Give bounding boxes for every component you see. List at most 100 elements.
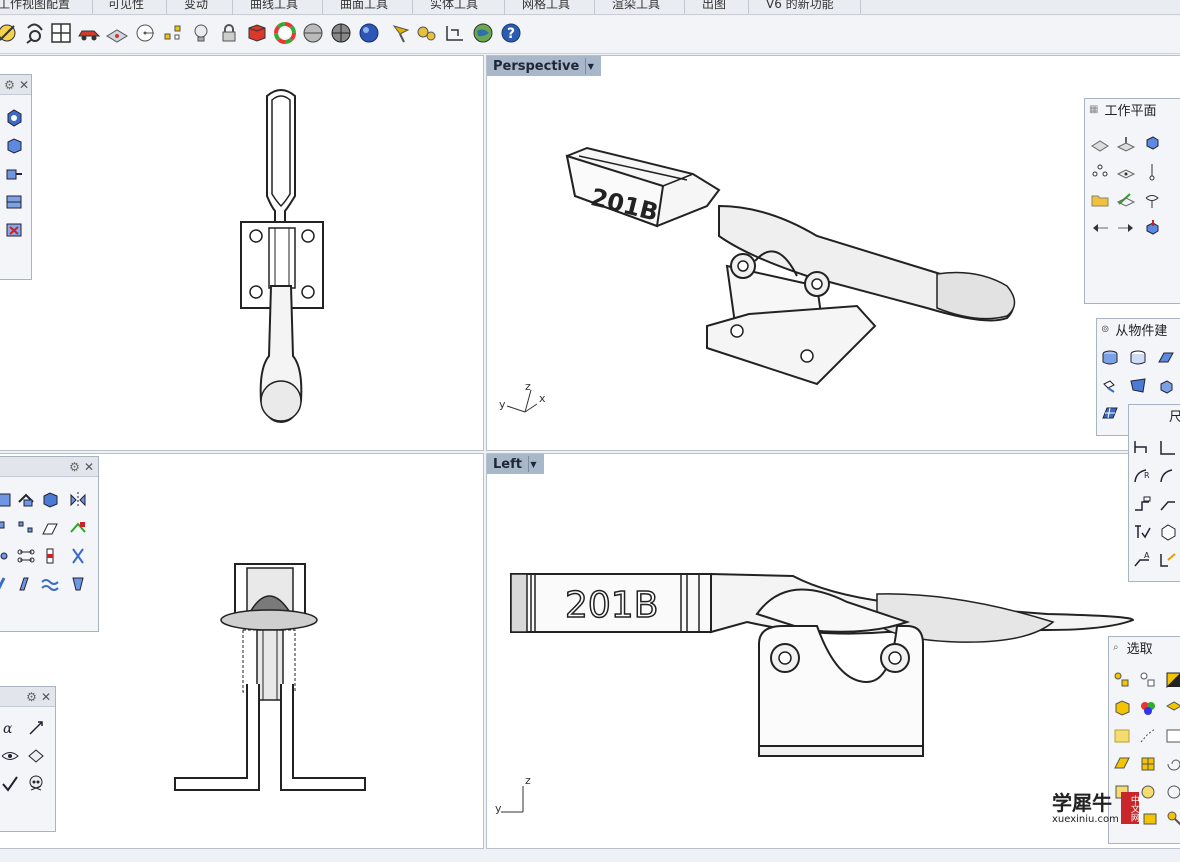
cylinder-hollow-icon[interactable] <box>1127 347 1149 369</box>
select-curves-icon[interactable] <box>1137 669 1159 691</box>
tab-transform[interactable]: 变动 <box>178 0 214 14</box>
select-polysurface-icon[interactable] <box>1137 753 1159 775</box>
select-layer-icon[interactable] <box>1163 697 1180 719</box>
globe-icon[interactable] <box>470 20 496 46</box>
box-grid-icon[interactable] <box>3 191 25 213</box>
blend-icon[interactable] <box>0 573 15 595</box>
close-icon[interactable]: ✕ <box>41 690 51 704</box>
plane-surface-icon[interactable] <box>25 745 47 767</box>
tab-mesh-tools[interactable]: 网格工具 <box>516 0 576 14</box>
angle-icon[interactable]: α <box>0 717 21 739</box>
leader-icon[interactable] <box>1157 493 1179 515</box>
check-icon[interactable] <box>0 773 21 795</box>
array-icon[interactable] <box>0 517 15 539</box>
delete-solid-icon[interactable] <box>3 219 25 241</box>
ordinate-dimension-icon[interactable] <box>1131 493 1153 515</box>
gear-icon[interactable]: ⚙ <box>4 78 15 92</box>
tab-workspace[interactable]: 工作视图配置 <box>0 0 76 14</box>
offset-icon[interactable] <box>15 489 37 511</box>
cylinder-icon[interactable] <box>1099 347 1121 369</box>
four-viewports-icon[interactable] <box>48 20 74 46</box>
cplane-prev-icon[interactable] <box>1089 217 1111 239</box>
network-icon[interactable] <box>1155 375 1177 397</box>
circle-target-icon[interactable] <box>132 20 158 46</box>
cplane-3pt-icon[interactable] <box>1089 161 1111 183</box>
extrude-icon[interactable] <box>3 163 25 185</box>
select-light-icon[interactable] <box>1137 781 1159 803</box>
pan-icon[interactable] <box>22 20 48 46</box>
linear-dimension-icon[interactable] <box>1131 437 1153 459</box>
aligned-dimension-icon[interactable] <box>1157 437 1179 459</box>
cplane-named-icon[interactable] <box>1141 217 1163 239</box>
scatter-icon[interactable] <box>15 517 37 539</box>
plane-blue-icon[interactable] <box>1155 347 1177 369</box>
grip-icon[interactable]: ▦ <box>1089 104 1098 115</box>
skull-icon[interactable] <box>25 773 47 795</box>
tab-surface-tools[interactable]: 曲面工具 <box>334 0 394 14</box>
wave-icon[interactable] <box>39 573 61 595</box>
mirror-icon[interactable] <box>67 489 89 511</box>
select-key-icon[interactable] <box>1163 807 1180 829</box>
cplane-vertical-icon[interactable] <box>1141 161 1163 183</box>
nodes-icon[interactable] <box>0 545 15 567</box>
cube-icon[interactable] <box>3 135 25 157</box>
hatch-icon[interactable]: A <box>1131 549 1153 571</box>
flow-icon[interactable] <box>15 545 37 567</box>
taper-icon[interactable] <box>67 573 89 595</box>
cplane-object-icon[interactable] <box>1141 133 1163 155</box>
radius-dimension-icon[interactable]: R <box>1131 465 1153 487</box>
bulb-icon[interactable] <box>188 20 214 46</box>
gear-icon[interactable]: ⚙ <box>26 690 37 704</box>
viewport-perspective[interactable]: Perspective ▼ 201B z x y <box>486 55 1180 451</box>
diameter-dimension-icon[interactable] <box>1157 465 1179 487</box>
tab-layout[interactable]: 出图 <box>696 0 732 14</box>
select-mesh-icon[interactable] <box>1163 669 1180 691</box>
box-icon[interactable] <box>39 489 61 511</box>
viewport-top[interactable] <box>0 55 484 451</box>
patch-icon[interactable] <box>1127 375 1149 397</box>
cylinder-small-icon[interactable]: ⊚ <box>1101 324 1109 335</box>
tab-solid-tools[interactable]: 实体工具 <box>424 0 484 14</box>
select-spiral-icon[interactable] <box>1163 753 1180 775</box>
select-points-icon[interactable] <box>1111 669 1133 691</box>
select-dims-icon[interactable] <box>1137 725 1159 747</box>
gear-icon[interactable]: ⚙ <box>69 460 80 474</box>
points-icon[interactable] <box>160 20 186 46</box>
twist-icon[interactable] <box>67 545 89 567</box>
align-icon[interactable] <box>67 517 89 539</box>
cplane-icon[interactable] <box>1089 133 1111 155</box>
color-wheel-icon[interactable] <box>272 20 298 46</box>
cplane-elevation-icon[interactable] <box>1115 133 1137 155</box>
cplane-curve-icon[interactable] <box>1115 161 1137 183</box>
cplane-next-icon[interactable] <box>1115 217 1137 239</box>
close-icon[interactable]: ✕ <box>19 78 29 92</box>
tab-visibility[interactable]: 可见性 <box>102 0 150 14</box>
viewport-left[interactable]: Left ▼ 201B z y <box>486 453 1180 849</box>
tab-curve-tools[interactable]: 曲线工具 <box>244 0 304 14</box>
tab-render-tools[interactable]: 渲染工具 <box>606 0 666 14</box>
split-icon[interactable] <box>39 545 61 567</box>
gear-group-icon[interactable] <box>414 20 440 46</box>
close-icon[interactable]: ✕ <box>84 460 94 474</box>
eye-icon[interactable] <box>0 745 21 767</box>
select-hatch-icon[interactable] <box>1111 725 1133 747</box>
sphere-gray-icon[interactable] <box>300 20 326 46</box>
sphere-blue-icon[interactable] <box>356 20 382 46</box>
lock-icon[interactable] <box>216 20 242 46</box>
grid-surface-icon[interactable] <box>1099 403 1121 425</box>
snap-icon[interactable] <box>0 20 20 46</box>
select-color-icon[interactable] <box>1137 697 1159 719</box>
bend-icon[interactable] <box>15 573 37 595</box>
cplane-view-icon[interactable] <box>1141 189 1163 211</box>
select-surfaces-icon[interactable] <box>1111 753 1133 775</box>
tab-v6-new[interactable]: V6 的新功能 <box>760 0 840 14</box>
annotation-icon[interactable] <box>1157 549 1179 571</box>
text-check-icon[interactable] <box>1131 521 1153 543</box>
select-solids-icon[interactable] <box>1111 697 1133 719</box>
help-icon[interactable]: ? <box>498 20 524 46</box>
plane-icon[interactable] <box>104 20 130 46</box>
shear-icon[interactable] <box>39 517 61 539</box>
select-group-icon[interactable] <box>1163 781 1180 803</box>
cplane-rotate-icon[interactable] <box>1115 189 1137 211</box>
sphere-dark-icon[interactable] <box>328 20 354 46</box>
